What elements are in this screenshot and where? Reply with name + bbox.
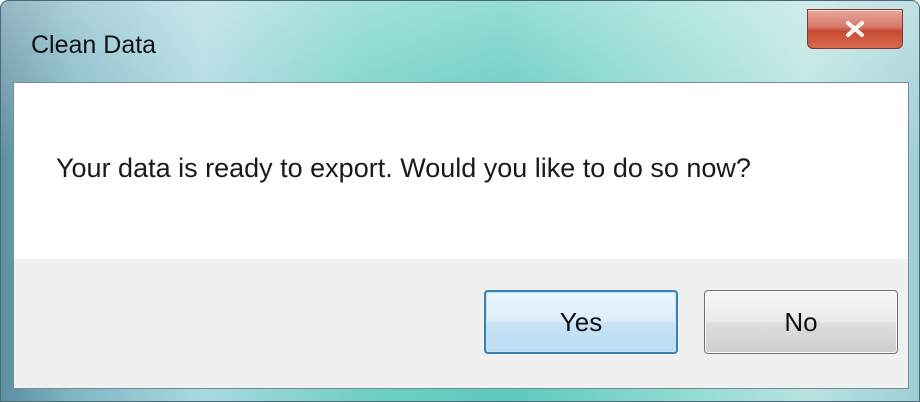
close-icon — [844, 20, 866, 38]
yes-button[interactable]: Yes — [484, 290, 678, 354]
title-bar[interactable]: Clean Data — [1, 1, 919, 81]
dialog-message: Your data is ready to export. Would you … — [56, 153, 751, 183]
window-title: Clean Data — [31, 31, 157, 59]
no-button[interactable]: No — [704, 290, 898, 354]
dialog-client-area: Your data is ready to export. Would you … — [13, 82, 909, 389]
close-button[interactable] — [807, 9, 903, 49]
button-bar: Yes No — [14, 259, 908, 388]
message-area: Your data is ready to export. Would you … — [14, 83, 908, 259]
dialog-window: Clean Data Your data is ready to export.… — [0, 0, 920, 402]
